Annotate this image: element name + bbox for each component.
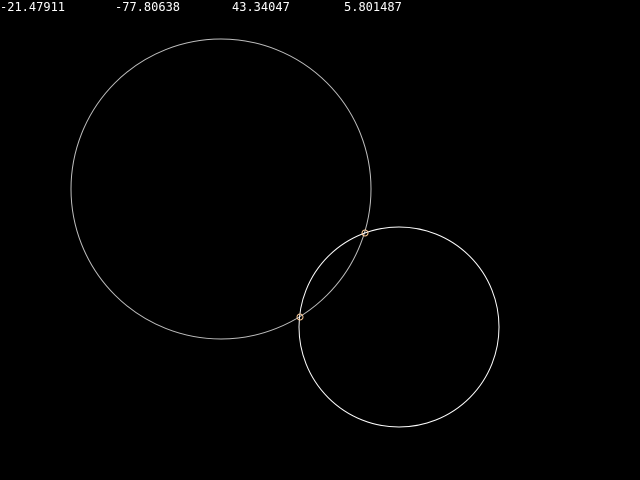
drawing-canvas[interactable] [0, 0, 640, 480]
small-circle[interactable] [298, 226, 500, 428]
large-circle[interactable] [70, 38, 372, 340]
